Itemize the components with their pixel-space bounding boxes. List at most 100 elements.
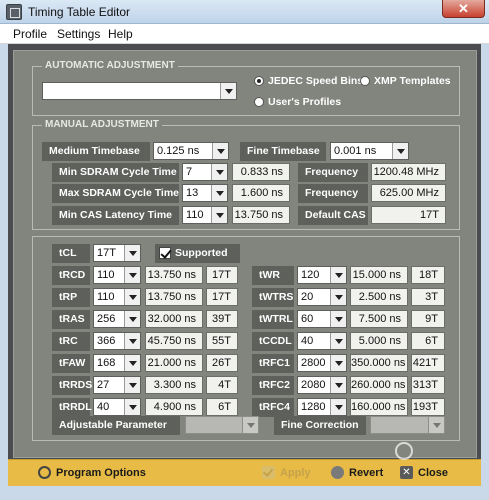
- chevron-down-icon[interactable]: [330, 399, 346, 415]
- trc-select[interactable]: 366: [93, 332, 141, 350]
- menu-settings[interactable]: Settings: [57, 27, 100, 41]
- chevron-down-icon[interactable]: [220, 83, 236, 99]
- radio-dot-icon: [254, 76, 264, 86]
- menu-bar: Profile Settings Help: [0, 24, 489, 44]
- chevron-down-icon[interactable]: [428, 417, 444, 433]
- trc-clocks: 55T: [206, 332, 238, 350]
- title-bar: Timing Table Editor ✕: [0, 0, 489, 24]
- twr-select[interactable]: 120: [297, 266, 347, 284]
- automatic-adjustment-title: AUTOMATIC ADJUSTMENT: [42, 60, 178, 71]
- revert-button[interactable]: Revert: [349, 467, 383, 479]
- tccdl-label: tCCDL: [252, 332, 294, 351]
- twtrl-ns: 7.500 ns: [350, 310, 408, 328]
- twr-ns: 15.000 ns: [350, 266, 408, 284]
- min-cycle-select[interactable]: 7: [182, 163, 228, 181]
- menu-profile[interactable]: Profile: [13, 27, 47, 41]
- profile-select[interactable]: [42, 82, 237, 100]
- chevron-down-icon[interactable]: [242, 417, 258, 433]
- trrds-label: tRRDS: [52, 376, 92, 395]
- fine-correction-label: Fine Correction: [274, 416, 366, 435]
- default-cas-value: 17T: [371, 206, 446, 224]
- trfc1-select[interactable]: 2800: [297, 354, 347, 372]
- frequency-label-2: Frequency: [298, 184, 368, 203]
- trrdl-select[interactable]: 40: [93, 398, 141, 416]
- trfc4-select[interactable]: 1280: [297, 398, 347, 416]
- adjustable-parameter-label: Adjustable Parameter: [52, 416, 180, 435]
- max-cycle-select[interactable]: 13: [182, 184, 228, 202]
- twtrs-select[interactable]: 20: [297, 288, 347, 306]
- chevron-down-icon[interactable]: [124, 355, 140, 371]
- twtrl-label: tWTRL: [252, 310, 294, 329]
- fine-timebase-label: Fine Timebase: [240, 142, 326, 161]
- trc-ns: 45.750 ns: [145, 332, 203, 350]
- twtrs-clocks: 3T: [411, 288, 445, 306]
- trrds-ns: 3.300 ns: [145, 376, 203, 394]
- chevron-down-icon[interactable]: [124, 399, 140, 415]
- chevron-down-icon[interactable]: [330, 333, 346, 349]
- trfc2-select[interactable]: 2080: [297, 376, 347, 394]
- adjustable-parameter-select[interactable]: [185, 416, 259, 434]
- min-cas-select[interactable]: 110: [182, 206, 228, 224]
- chevron-down-icon[interactable]: [124, 311, 140, 327]
- trp-select[interactable]: 110: [93, 288, 141, 306]
- check-icon: [262, 466, 275, 479]
- min-cycle-label: Min SDRAM Cycle Time: [52, 163, 179, 182]
- trfc2-clocks: 313T: [411, 376, 445, 394]
- max-cycle-ns: 1.600 ns: [232, 184, 290, 202]
- chevron-down-icon[interactable]: [330, 267, 346, 283]
- twr-label: tWR: [252, 266, 294, 285]
- checkbox-checked-icon[interactable]: [159, 247, 171, 259]
- chevron-down-icon[interactable]: [124, 267, 140, 283]
- fine-correction-select[interactable]: [370, 416, 445, 434]
- tras-ns: 32.000 ns: [145, 310, 203, 328]
- chevron-down-icon[interactable]: [392, 143, 408, 159]
- chevron-down-icon[interactable]: [330, 311, 346, 327]
- trcd-select[interactable]: 110: [93, 266, 141, 284]
- chevron-down-icon[interactable]: [124, 377, 140, 393]
- medium-timebase-select[interactable]: 0.125 ns: [153, 142, 229, 160]
- trfc4-clocks: 193T: [411, 398, 445, 416]
- chevron-down-icon[interactable]: [124, 333, 140, 349]
- window-close-button[interactable]: ✕: [442, 0, 485, 18]
- tras-select[interactable]: 256: [93, 310, 141, 328]
- trrds-select[interactable]: 27: [93, 376, 141, 394]
- trrdl-ns: 4.900 ns: [145, 398, 203, 416]
- chevron-down-icon[interactable]: [330, 377, 346, 393]
- trfc1-clocks: 421T: [411, 354, 445, 372]
- chevron-down-icon[interactable]: [330, 289, 346, 305]
- chevron-down-icon[interactable]: [212, 143, 228, 159]
- supported-checkbox[interactable]: Supported: [155, 244, 240, 263]
- chevron-down-icon[interactable]: [211, 185, 227, 201]
- chevron-down-icon[interactable]: [124, 245, 140, 261]
- medium-timebase-label: Medium Timebase: [42, 142, 150, 161]
- tras-clocks: 39T: [206, 310, 238, 328]
- trfc4-ns: 160.000 ns: [350, 398, 408, 416]
- trfc2-ns: 260.000 ns: [350, 376, 408, 394]
- min-cycle-ns: 0.833 ns: [232, 163, 290, 181]
- frequency-label-1: Frequency: [298, 163, 368, 182]
- menu-help[interactable]: Help: [108, 27, 133, 41]
- tccdl-select[interactable]: 40: [297, 332, 347, 350]
- twtrs-ns: 2.500 ns: [350, 288, 408, 306]
- tfaw-clocks: 26T: [206, 354, 238, 372]
- tfaw-ns: 21.000 ns: [145, 354, 203, 372]
- chevron-down-icon[interactable]: [330, 355, 346, 371]
- program-options-button[interactable]: Program Options: [56, 467, 146, 479]
- min-cas-ns: 13.750 ns: [232, 206, 290, 224]
- twtrl-select[interactable]: 60: [297, 310, 347, 328]
- fine-timebase-select[interactable]: 0.001 ns: [330, 142, 409, 160]
- tfaw-select[interactable]: 168: [93, 354, 141, 372]
- twr-clocks: 18T: [411, 266, 445, 284]
- radio-dot-icon: [254, 97, 264, 107]
- chevron-down-icon[interactable]: [124, 289, 140, 305]
- max-cycle-label: Max SDRAM Cycle Time: [52, 184, 179, 203]
- tccdl-clocks: 6T: [411, 332, 445, 350]
- tcl-select[interactable]: 17T: [93, 244, 141, 262]
- trfc1-label: tRFC1: [252, 354, 294, 373]
- apply-button[interactable]: Apply: [280, 467, 311, 479]
- manual-adjustment-title: MANUAL ADJUSTMENT: [42, 119, 162, 130]
- chevron-down-icon[interactable]: [211, 164, 227, 180]
- wrench-icon: [38, 466, 51, 479]
- chevron-down-icon[interactable]: [211, 207, 227, 223]
- trrds-clocks: 4T: [206, 376, 238, 394]
